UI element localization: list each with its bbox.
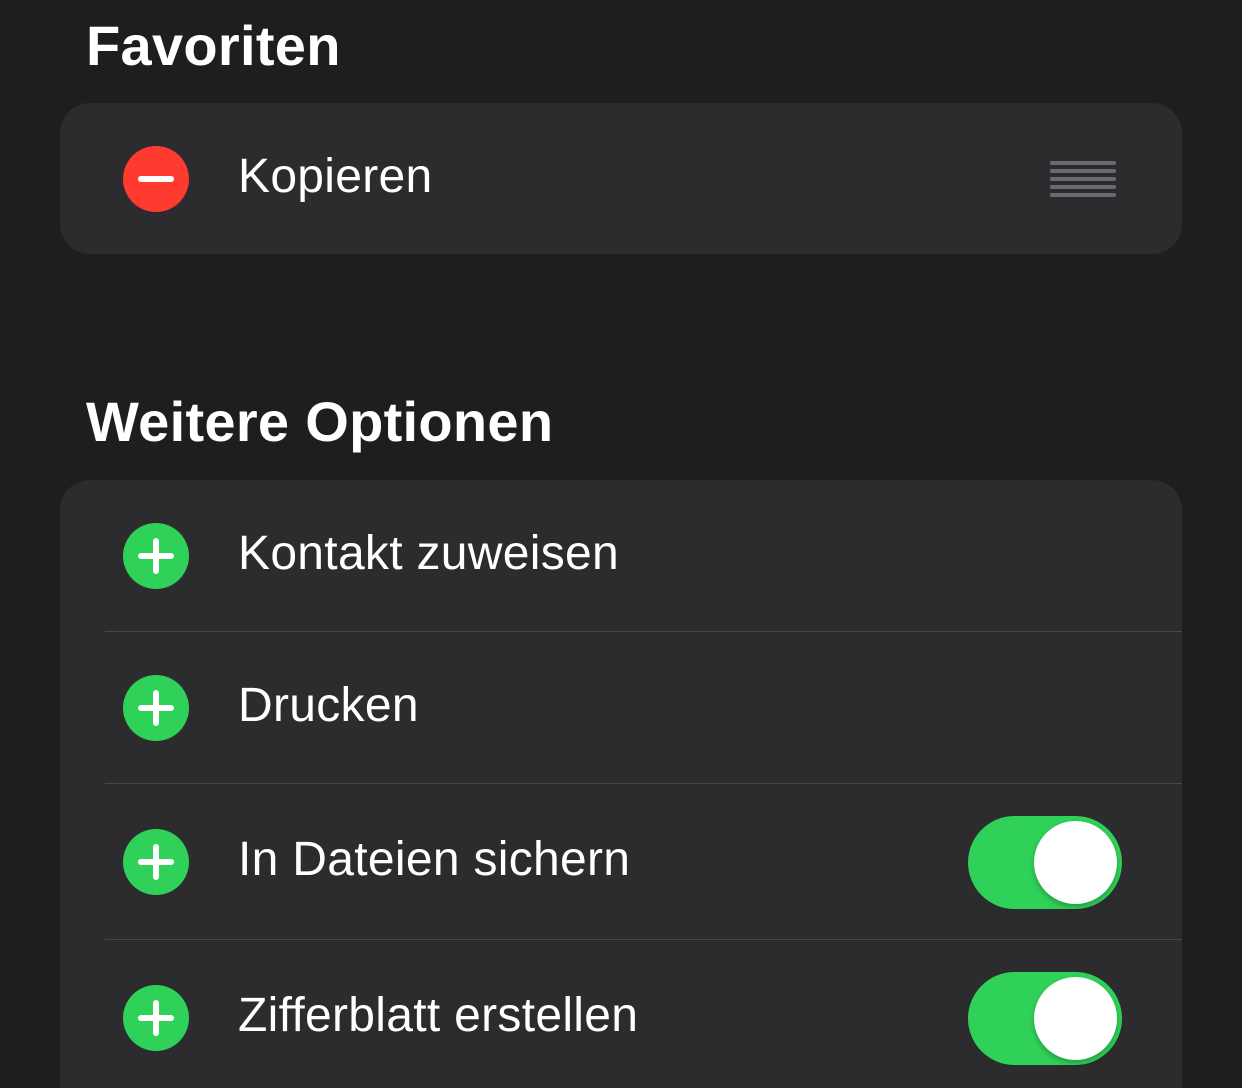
minus-icon	[138, 176, 174, 182]
option-item-label: Zifferblatt erstellen	[238, 989, 639, 1042]
add-kontakt-zuweisen-button[interactable]	[123, 523, 189, 589]
actions-edit-screen: Favoriten Kopieren Weitere Optionen Kont…	[0, 0, 1242, 1088]
option-item-label: In Dateien sichern	[238, 833, 631, 886]
favorite-row-kopieren: Kopieren	[60, 103, 1182, 254]
toggle-knob	[1034, 977, 1117, 1060]
option-item-label: Drucken	[238, 679, 419, 732]
option-row-zifferblatt-erstellen: Zifferblatt erstellen	[60, 940, 1182, 1088]
add-in-dateien-sichern-button[interactable]	[123, 829, 189, 895]
more-options-section-title: Weitere Optionen	[86, 390, 554, 453]
reorder-handle-icon[interactable]	[1050, 161, 1116, 197]
zifferblatt-erstellen-toggle[interactable]	[968, 972, 1122, 1065]
option-item-label: Kontakt zuweisen	[238, 527, 620, 580]
in-dateien-sichern-toggle[interactable]	[968, 816, 1122, 909]
option-row-drucken: Drucken	[60, 632, 1182, 784]
plus-icon	[138, 538, 174, 574]
plus-icon	[138, 1000, 174, 1036]
option-row-in-dateien-sichern: In Dateien sichern	[60, 784, 1182, 940]
add-zifferblatt-erstellen-button[interactable]	[123, 985, 189, 1051]
add-drucken-button[interactable]	[123, 675, 189, 741]
more-options-list: Kontakt zuweisen Drucken In Dateien sich…	[60, 480, 1182, 1088]
plus-icon	[138, 690, 174, 726]
plus-icon	[138, 844, 174, 880]
favorites-section-title: Favoriten	[86, 14, 341, 77]
favorites-list: Kopieren	[60, 103, 1182, 254]
option-row-kontakt-zuweisen: Kontakt zuweisen	[60, 480, 1182, 632]
remove-kopieren-button[interactable]	[123, 146, 189, 212]
toggle-knob	[1034, 821, 1117, 904]
favorite-item-label: Kopieren	[238, 150, 433, 203]
